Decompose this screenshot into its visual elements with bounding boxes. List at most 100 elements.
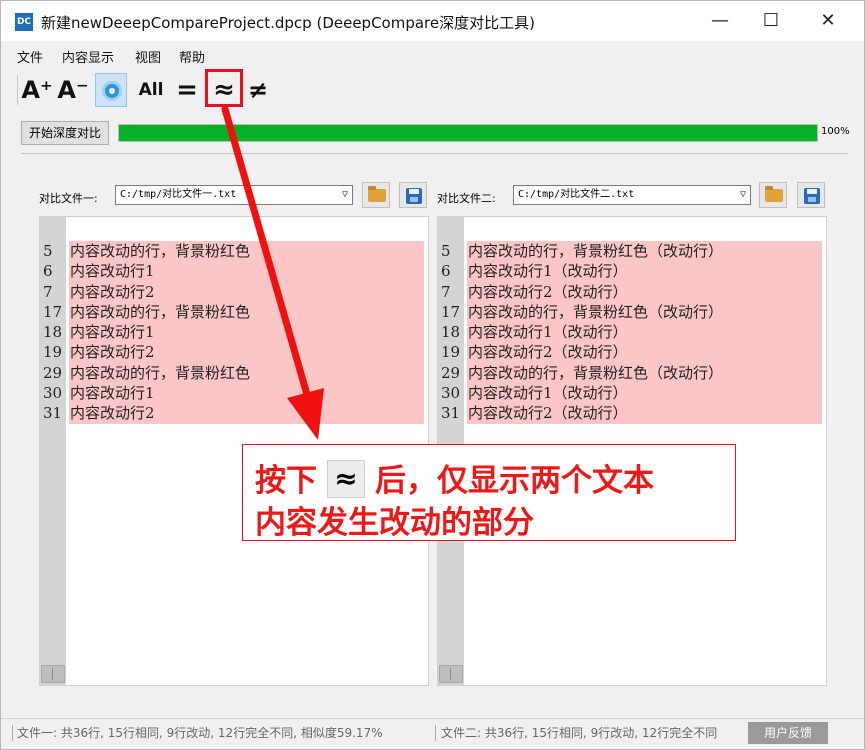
line-number: 6 [43, 262, 53, 281]
text-line: 29 内容改动的行，背景粉红色 [40, 362, 428, 384]
line-number: 17 [43, 302, 63, 321]
text-line: 6 内容改动行1（改动行） [438, 261, 826, 282]
status-divider [12, 725, 13, 741]
text-line: 5 内容改动的行，背景粉红色（改动行） [438, 241, 826, 262]
line-text: 内容改动的行，背景粉红色 [69, 362, 424, 384]
line-text: 内容改动的行，背景粉红色（改动行） [467, 362, 822, 384]
line-text: 内容改动的行，背景粉红色（改动行） [467, 241, 822, 262]
line-number: 30 [441, 384, 461, 403]
line-number: 6 [441, 262, 451, 281]
font-decrease-button[interactable]: A⁻ [57, 73, 89, 107]
save-icon [804, 188, 820, 204]
callout-line-2: 内容发生改动的部分 [255, 505, 534, 541]
highlight-box [205, 69, 243, 107]
right-file-path: C:/tmp/对比文件二.txt [518, 189, 635, 200]
save-icon [406, 188, 422, 204]
toolbar-grip [17, 75, 18, 105]
line-text: 内容改动行2 [69, 403, 424, 424]
line-number: 5 [441, 242, 451, 260]
line-text: 内容改动的行，背景粉红色 [69, 241, 424, 262]
left-file-label: 对比文件一: [39, 192, 98, 205]
text-line: 29 内容改动的行，背景粉红色（改动行） [438, 362, 826, 384]
line-text: 内容改动行2（改动行） [467, 281, 822, 302]
show-all-button[interactable]: All [135, 73, 167, 107]
line-text: 内容改动的行，背景粉红色 [69, 301, 424, 323]
chevron-down-icon: ▽ [341, 189, 348, 200]
sync-scroll-icon [102, 81, 122, 101]
line-text: 内容改动行1 [69, 322, 424, 343]
text-line: 30 内容改动行1 [40, 383, 428, 404]
title-bar: DC 新建newDeeepCompareProject.dpcp (DeeepC… [1, 1, 864, 41]
font-increase-button[interactable]: A⁺ [21, 73, 53, 107]
line-text: 内容改动的行，背景粉红色（改动行） [467, 301, 822, 323]
text-line: 30 内容改动行1（改动行） [438, 383, 826, 404]
line-number: 29 [441, 363, 461, 382]
right-file-label: 对比文件二: [437, 192, 496, 205]
sync-scroll-button[interactable] [95, 73, 127, 107]
menu-content-display[interactable]: 内容显示 [62, 47, 114, 66]
line-text: 内容改动行1（改动行） [467, 322, 822, 343]
callout-suffix: 后，仅显示两个文本 [375, 463, 654, 499]
start-compare-button[interactable]: 开始深度对比 [21, 121, 109, 145]
right-gutter-handle[interactable] [439, 665, 463, 683]
line-text: 内容改动行1（改动行） [467, 261, 822, 282]
line-number: 19 [441, 343, 461, 362]
callout-prefix: 按下 [255, 463, 317, 499]
text-line: 5 内容改动的行，背景粉红色 [40, 241, 428, 262]
text-line: 19 内容改动行2 [40, 342, 428, 363]
text-line: 31 内容改动行2（改动行） [438, 403, 826, 424]
window-title: 新建newDeeepCompareProject.dpcp (DeeepComp… [41, 14, 535, 32]
status-bar: 文件一: 共36行, 15行相同, 9行改动, 12行完全不同, 相似度59.1… [1, 718, 864, 749]
line-number: 31 [441, 404, 461, 423]
menu-file[interactable]: 文件 [17, 47, 43, 66]
menu-view[interactable]: 视图 [135, 47, 161, 66]
menu-bar: 文件 内容显示 视图 帮助 [1, 43, 864, 67]
right-open-folder-button[interactable] [759, 182, 787, 208]
app-logo-icon: DC [15, 13, 33, 31]
text-line: 19 内容改动行2（改动行） [438, 342, 826, 363]
callout-line-1: 按下 ≈ 后，仅显示两个文本 [255, 455, 654, 502]
line-text: 内容改动行2 [69, 342, 424, 363]
line-text: 内容改动行1（改动行） [467, 383, 822, 404]
minimize-button[interactable]: — [708, 9, 732, 33]
folder-icon [765, 186, 783, 202]
left-save-button[interactable] [399, 182, 427, 208]
text-line: 18 内容改动行1 [40, 322, 428, 343]
approx-icon: ≈ [327, 459, 365, 498]
status-divider [435, 725, 436, 741]
show-equal-button[interactable]: = [171, 73, 203, 107]
left-file-stats: 文件一: 共36行, 15行相同, 9行改动, 12行完全不同, 相似度59.1… [17, 726, 383, 740]
left-gutter-handle[interactable] [41, 665, 65, 683]
text-line: 7 内容改动行2（改动行） [438, 281, 826, 302]
right-file-select[interactable]: C:/tmp/对比文件二.txt ▽ [513, 185, 751, 205]
close-button[interactable]: ✕ [816, 9, 840, 33]
line-number: 17 [441, 302, 461, 321]
line-number: 18 [441, 323, 461, 342]
divider [21, 153, 848, 154]
menu-help[interactable]: 帮助 [179, 47, 205, 66]
folder-icon [368, 186, 386, 202]
line-number: 7 [441, 282, 451, 301]
text-line: 18 内容改动行1（改动行） [438, 322, 826, 343]
feedback-button[interactable]: 用户反馈 [748, 722, 828, 744]
chevron-down-icon: ▽ [739, 189, 746, 200]
left-open-folder-button[interactable] [362, 182, 390, 208]
maximize-button[interactable]: ☐ [759, 9, 783, 33]
line-text: 内容改动行2 [69, 281, 424, 302]
left-file-path: C:/tmp/对比文件一.txt [120, 189, 237, 200]
right-file-stats: 文件二: 共36行, 15行相同, 9行改动, 12行完全不同 [441, 726, 718, 740]
line-number: 31 [43, 404, 63, 423]
text-line: 17 内容改动的行，背景粉红色 [40, 301, 428, 323]
show-different-button[interactable]: ≠ [242, 73, 274, 107]
progress-bar [118, 124, 818, 142]
text-line: 7 内容改动行2 [40, 281, 428, 302]
annotation-callout: 按下 ≈ 后，仅显示两个文本 内容发生改动的部分 [242, 444, 736, 541]
line-number: 30 [43, 384, 63, 403]
left-file-select[interactable]: C:/tmp/对比文件一.txt ▽ [115, 185, 353, 205]
right-save-button[interactable] [797, 182, 825, 208]
progress-fill [119, 125, 817, 141]
line-number: 18 [43, 323, 63, 342]
progress-label: 100% [821, 126, 850, 137]
line-number: 19 [43, 343, 63, 362]
text-line: 6 内容改动行1 [40, 261, 428, 282]
